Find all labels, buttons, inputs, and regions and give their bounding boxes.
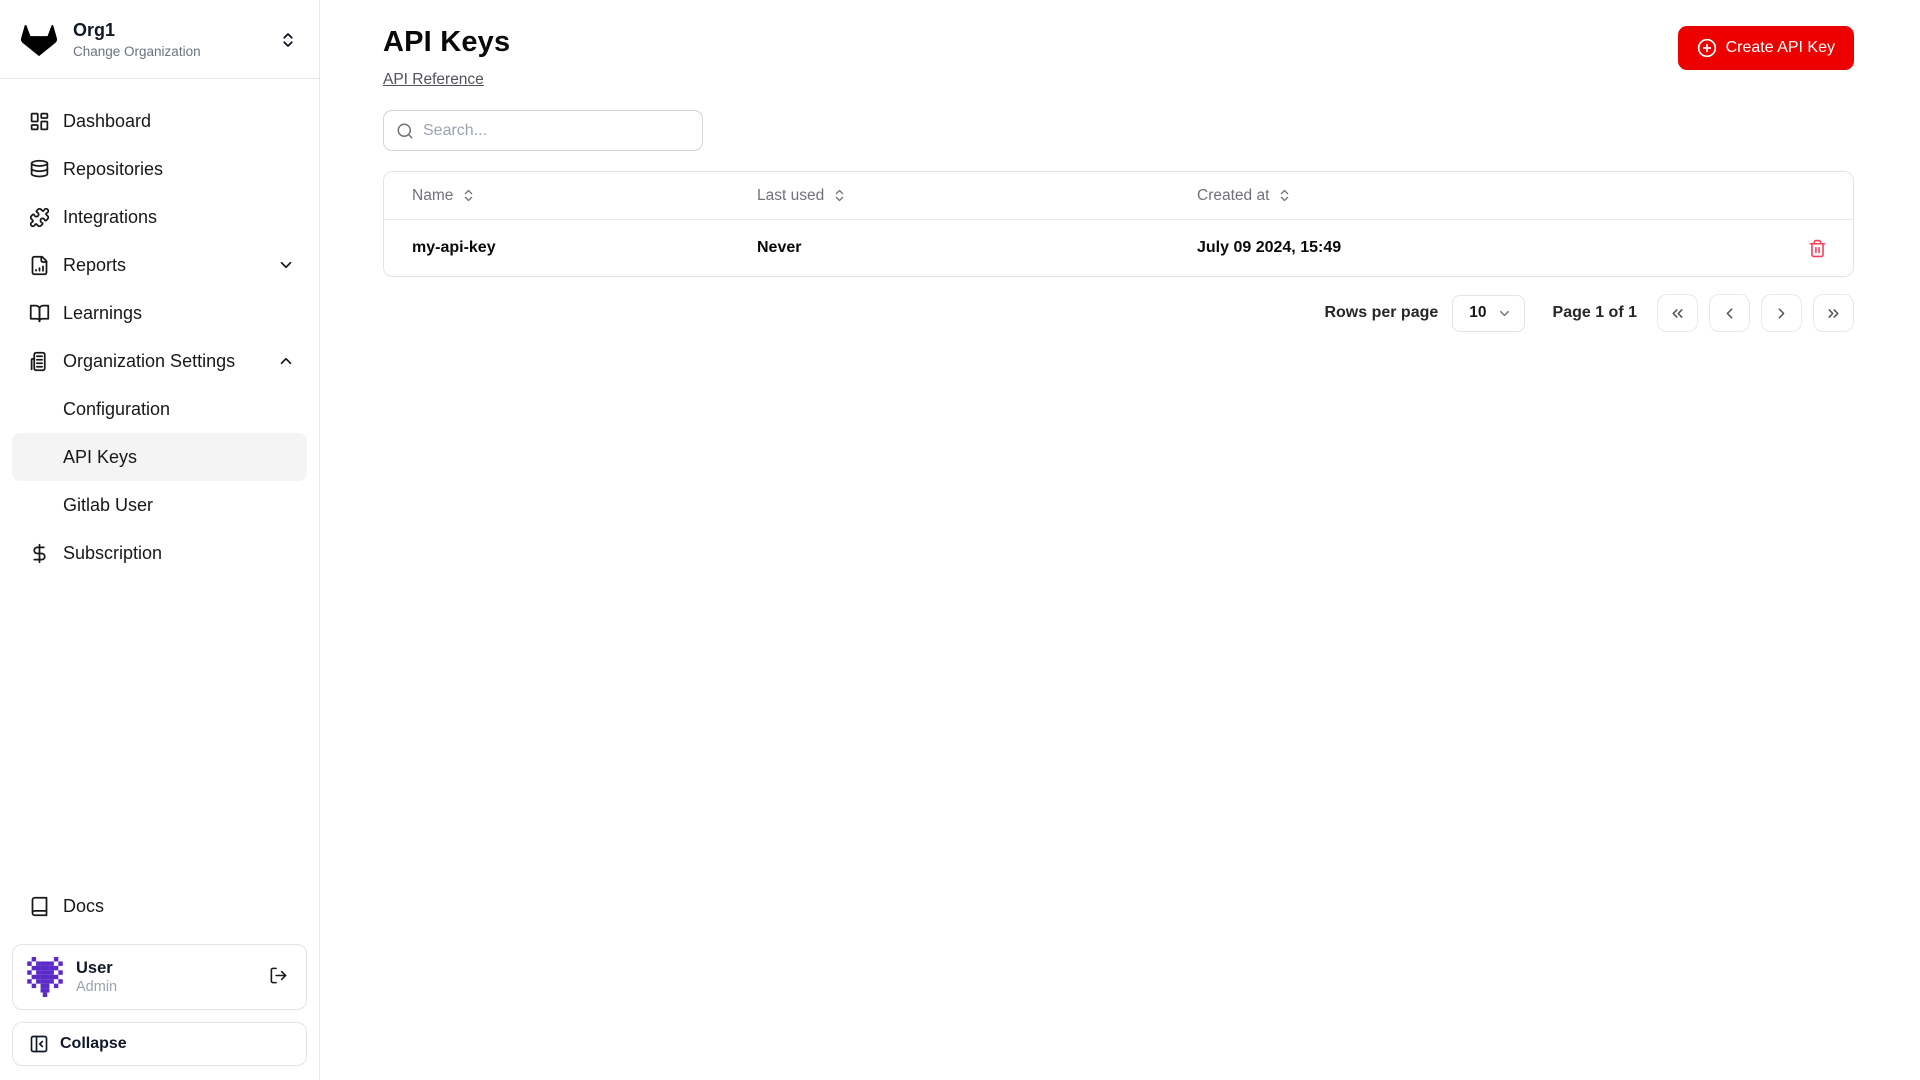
column-header-name[interactable]: Name (384, 187, 729, 205)
dashboard-grid-icon (28, 110, 50, 132)
chevron-up-icon (277, 352, 295, 370)
nav-label: Repositories (63, 158, 164, 179)
page-header: API Keys API Reference Create API Key (383, 26, 1854, 89)
row-actions (1781, 235, 1853, 262)
nav-label: Subscription (63, 542, 163, 563)
chevrons-right-icon (1825, 305, 1842, 322)
sort-icon (832, 188, 847, 203)
sort-icon (461, 188, 476, 203)
column-header-last-used[interactable]: Last used (729, 187, 1169, 205)
sidebar: Org1 Change Organization Dashboard Repos… (0, 0, 320, 1080)
collapse-sidebar-button[interactable]: Collapse (12, 1022, 307, 1066)
user-name: User (76, 958, 113, 977)
user-avatar (27, 957, 63, 997)
table-row: my-api-key Never July 09 2024, 15:49 (384, 220, 1853, 276)
building-icon (28, 350, 50, 372)
user-card: User Admin (12, 944, 307, 1010)
nav-label: Docs (63, 895, 105, 916)
api-reference-link[interactable]: API Reference (383, 71, 484, 89)
sidebar-item-integrations[interactable]: Integrations (12, 193, 307, 241)
file-chart-icon (28, 254, 50, 276)
nav-label: Gitlab User (63, 494, 154, 515)
nav-label: Organization Settings (63, 350, 236, 371)
puzzle-icon (28, 206, 50, 228)
database-icon (28, 158, 50, 180)
logout-button[interactable] (269, 966, 288, 988)
gitlab-tanuki-logo (20, 24, 58, 57)
trash-icon (1808, 239, 1827, 258)
dollar-sign-icon (28, 542, 50, 564)
sidebar-item-organization-settings[interactable]: Organization Settings (12, 337, 307, 385)
sort-icon (1277, 188, 1292, 203)
sidebar-item-reports[interactable]: Reports (12, 241, 307, 289)
page-header-left: API Keys API Reference (383, 26, 510, 89)
column-label: Created at (1197, 186, 1270, 204)
sidebar-item-configuration[interactable]: Configuration (12, 385, 307, 433)
plus-circle-icon (1697, 38, 1717, 58)
create-api-key-label: Create API Key (1725, 39, 1835, 56)
chevron-down-icon (277, 256, 295, 274)
sidebar-item-learnings[interactable]: Learnings (12, 289, 307, 337)
page-status: Page 1 of 1 (1552, 304, 1637, 321)
pagination-buttons (1657, 294, 1854, 332)
nav-label: API Keys (63, 446, 138, 467)
api-key-name: my-api-key (412, 239, 496, 256)
book-open-icon (28, 302, 50, 324)
sidebar-item-api-keys[interactable]: API Keys (12, 433, 307, 481)
next-page-button[interactable] (1761, 294, 1802, 332)
search-input[interactable] (423, 121, 690, 140)
book-icon (28, 895, 50, 917)
user-role: Admin (76, 979, 118, 996)
rows-per-page-label: Rows per page (1324, 304, 1439, 321)
chevron-right-icon (1773, 305, 1790, 322)
column-label: Name (412, 186, 454, 204)
collapse-label: Collapse (60, 1035, 127, 1052)
nav-label: Dashboard (63, 110, 152, 131)
nav-label: Integrations (63, 206, 158, 227)
app-root: Org1 Change Organization Dashboard Repos… (0, 0, 1920, 1080)
api-keys-table: Name Last used Created at my-api-key Nev… (383, 171, 1854, 277)
chevron-left-icon (1721, 305, 1738, 322)
nav-label: Configuration (63, 398, 171, 419)
delete-api-key-button[interactable] (1804, 235, 1831, 262)
sidebar-item-subscription[interactable]: Subscription (12, 529, 307, 577)
api-key-last-used: Never (757, 239, 802, 256)
logout-icon (269, 966, 288, 988)
nav-label: Reports (63, 254, 127, 275)
column-label: Last used (757, 186, 825, 204)
rows-per-page-select[interactable]: 10 (1452, 294, 1525, 332)
chevron-down-icon (1497, 306, 1512, 321)
table-header-row: Name Last used Created at (384, 172, 1853, 220)
page-title: API Keys (383, 26, 511, 58)
sidebar-item-repositories[interactable]: Repositories (12, 145, 307, 193)
pagination-bar: Rows per page 10 Page 1 of 1 (383, 294, 1854, 332)
org-name: Org1 (73, 20, 116, 41)
main-content: API Keys API Reference Create API Key Na… (320, 0, 1920, 1080)
rows-per-page-value: 10 (1469, 304, 1487, 321)
nav-label: Learnings (63, 302, 143, 323)
search-box (383, 110, 703, 151)
last-page-button[interactable] (1813, 294, 1854, 332)
sidebar-item-docs[interactable]: Docs (12, 882, 307, 930)
previous-page-button[interactable] (1709, 294, 1750, 332)
search-icon (396, 122, 414, 140)
org-text: Org1 Change Organization (73, 20, 201, 60)
chevrons-up-down-icon[interactable] (279, 31, 297, 49)
sidebar-nav: Dashboard Repositories Integrations Repo… (0, 79, 319, 577)
org-switcher[interactable]: Org1 Change Organization (0, 0, 319, 78)
column-header-created-at[interactable]: Created at (1169, 187, 1781, 205)
api-key-created-at: July 09 2024, 15:49 (1197, 239, 1342, 256)
org-change-label: Change Organization (73, 43, 201, 59)
create-api-key-button[interactable]: Create API Key (1677, 26, 1854, 70)
chevrons-left-icon (1669, 305, 1686, 322)
user-text: User Admin (76, 958, 117, 997)
first-page-button[interactable] (1657, 294, 1698, 332)
panel-left-close-icon (29, 1034, 49, 1054)
sidebar-item-gitlab-user[interactable]: Gitlab User (12, 481, 307, 529)
sidebar-item-dashboard[interactable]: Dashboard (12, 97, 307, 145)
